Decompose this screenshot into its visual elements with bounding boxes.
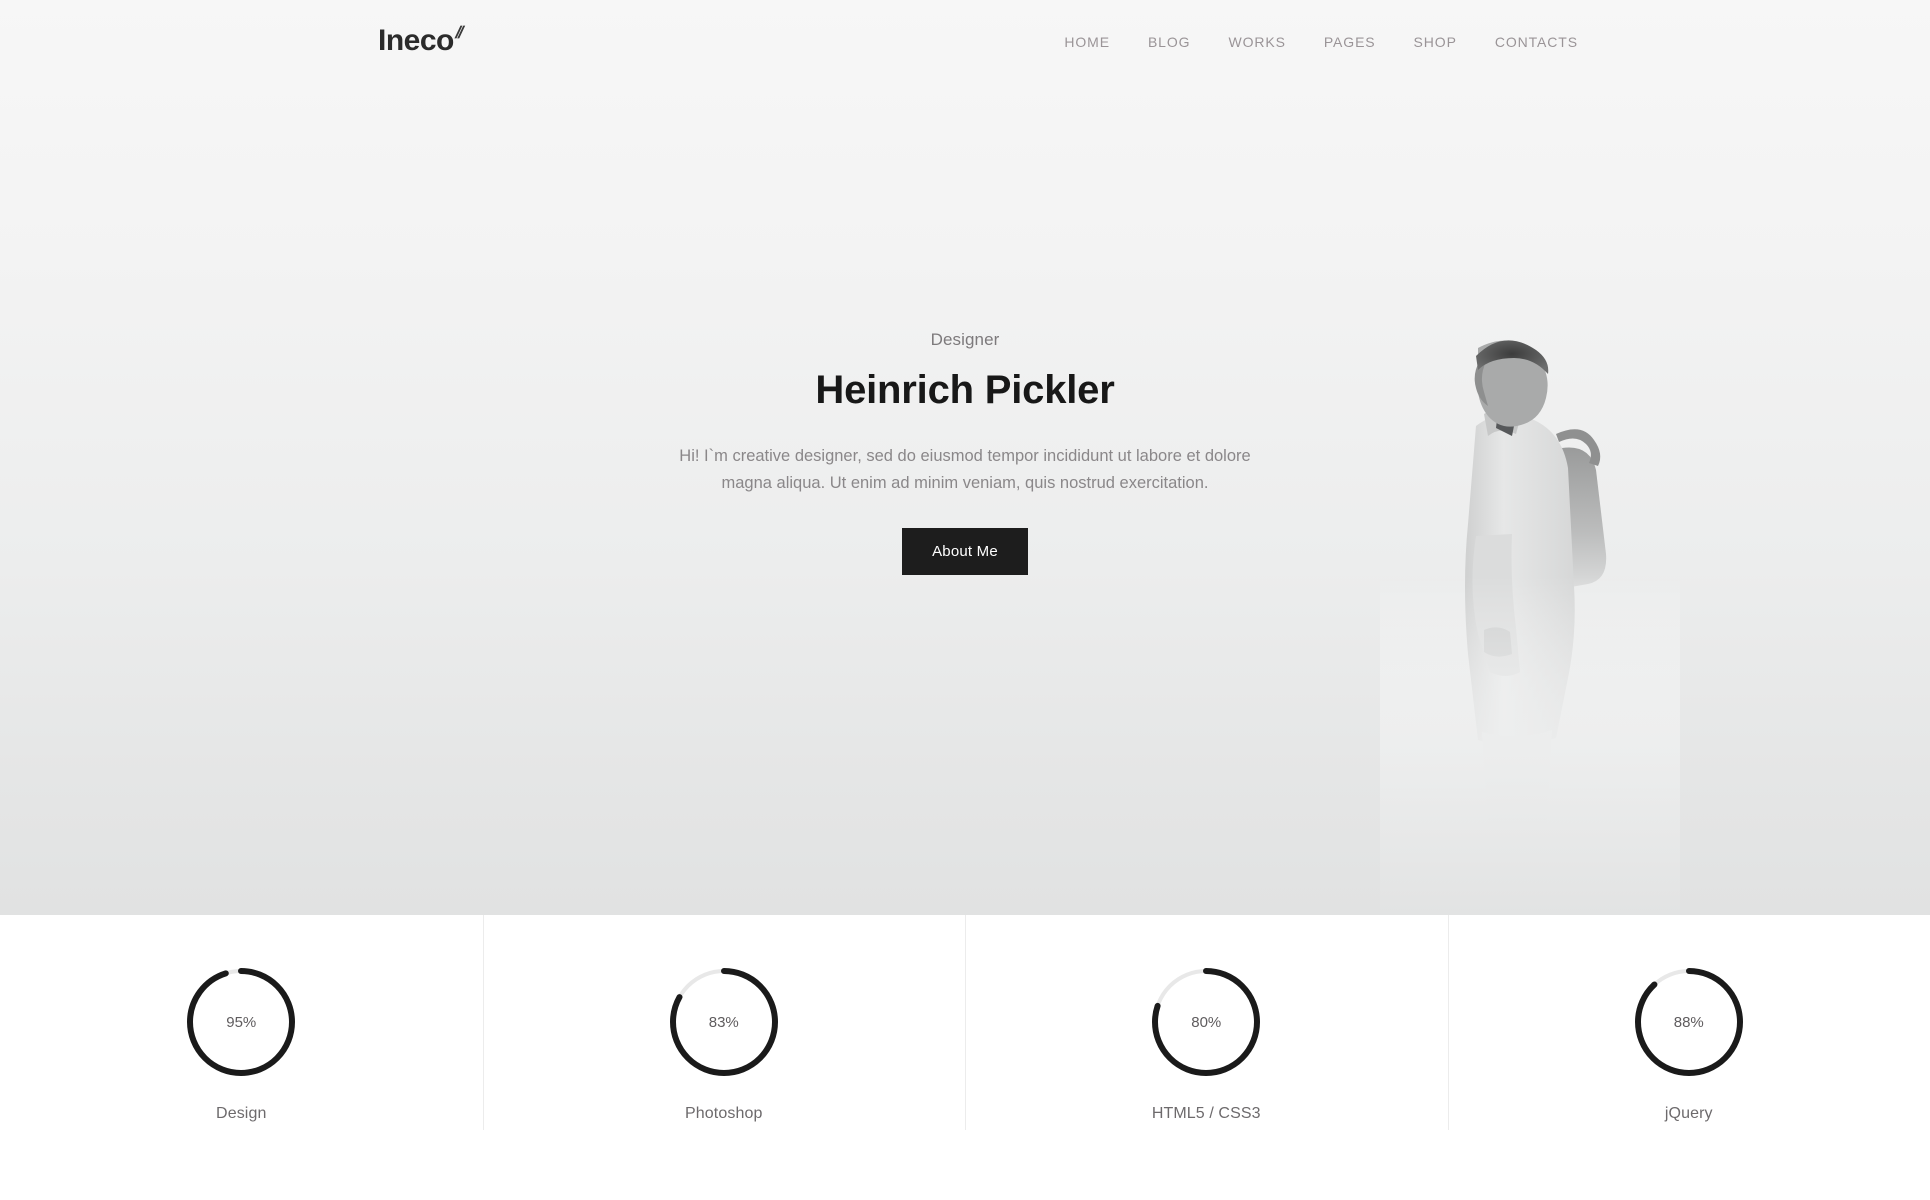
skill-dial-design: 95% xyxy=(183,964,299,1080)
skill-label-jquery: jQuery xyxy=(1664,1105,1713,1122)
about-me-button[interactable]: About Me xyxy=(902,528,1028,576)
hero-subtitle: Designer xyxy=(930,329,1000,349)
logo-text: Ineco xyxy=(378,24,454,57)
nav-item-contacts[interactable]: CONTACTS xyxy=(1476,34,1578,50)
hero-description: Hi! I`m creative designer, sed do eiusmo… xyxy=(679,446,1251,492)
page-root: Ineco // HOME BLOG WORKS PAGES SHOP CONT… xyxy=(0,0,1930,1200)
nav-item-works[interactable]: WORKS xyxy=(1209,34,1304,50)
site-logo[interactable]: Ineco // xyxy=(378,23,465,57)
hero-title: Heinrich Pickler xyxy=(815,367,1115,412)
skill-label-design: Design xyxy=(216,1105,267,1122)
skill-dial-jquery: 88% xyxy=(1631,964,1747,1080)
skill-value-html-css: 80% xyxy=(1191,1013,1222,1031)
nav-item-home[interactable]: HOME xyxy=(1045,34,1129,50)
nav-item-shop[interactable]: SHOP xyxy=(1395,34,1476,50)
skill-label-photoshop: Photoshop xyxy=(685,1105,763,1122)
skill-dial-photoshop: 83% xyxy=(666,964,782,1080)
nav-item-blog[interactable]: BLOG xyxy=(1129,34,1210,50)
skill-item-photoshop: 83% Photoshop xyxy=(482,915,966,1200)
site-header: Ineco // HOME BLOG WORKS PAGES SHOP CONT… xyxy=(0,0,1930,92)
skill-value-photoshop: 83% xyxy=(708,1013,739,1031)
skill-item-html-css: 80% HTML5 / CSS3 xyxy=(965,915,1448,1200)
nav-item-pages[interactable]: PAGES xyxy=(1305,34,1395,50)
hero-content: Designer Heinrich Pickler Hi! I`m creati… xyxy=(0,0,1930,915)
logo-mark-icon: // xyxy=(453,23,465,42)
skill-item-design: 95% Design xyxy=(0,915,483,1200)
skill-value-jquery: 88% xyxy=(1673,1013,1704,1031)
skill-item-jquery: 88% jQuery xyxy=(1447,915,1930,1200)
skill-dial-html-css: 80% xyxy=(1148,964,1264,1080)
skills-section: 95% Design 83% Photoshop 80% HTML5 / CSS… xyxy=(0,915,1930,1200)
main-navigation: HOME BLOG WORKS PAGES SHOP CONTACTS xyxy=(1045,34,1578,50)
skill-value-design: 95% xyxy=(226,1013,257,1031)
hero-section: Ineco // HOME BLOG WORKS PAGES SHOP CONT… xyxy=(0,0,1930,915)
skill-label-html-css: HTML5 / CSS3 xyxy=(1151,1105,1261,1122)
